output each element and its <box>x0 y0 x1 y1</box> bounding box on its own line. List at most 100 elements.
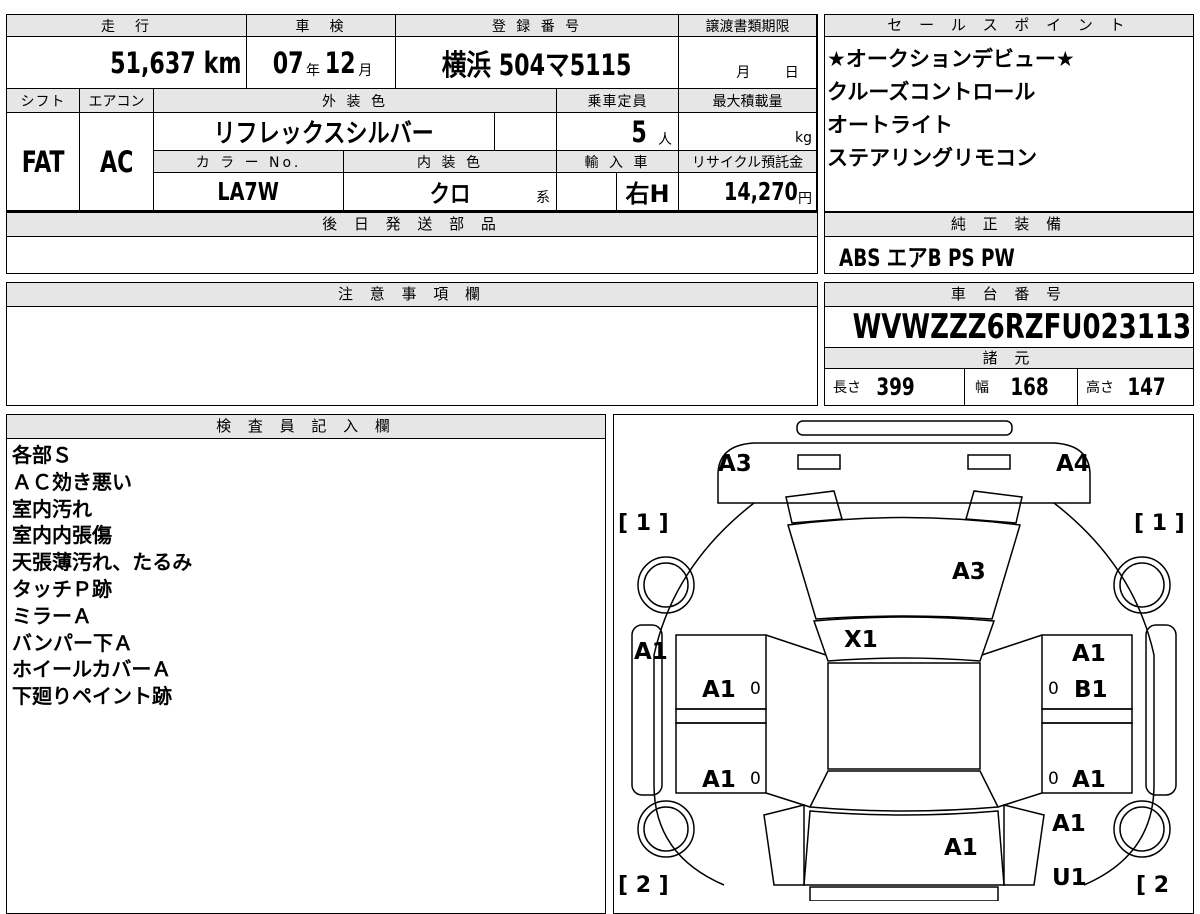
mark-a1-left-rear-door: A1 <box>702 767 736 793</box>
recycle-unit: 円 <box>798 190 812 207</box>
mark-x1-windshield: X1 <box>844 627 878 653</box>
mileage-cell: 51,637 km <box>7 37 247 89</box>
mark-a1-right-fender: A1 <box>1072 641 1106 667</box>
aircon-cell: AC <box>80 113 154 211</box>
mark-u1-rear: U1 <box>1052 865 1087 891</box>
spec-width-label: 幅 <box>975 380 989 396</box>
mark-a1-trunk: A1 <box>944 835 978 861</box>
transfer-deadline-label: 譲渡書類期限 <box>679 15 817 37</box>
tick-left-rear: 0 <box>750 769 761 789</box>
damage-diagram-box: A3 A4 A3 X1 A1 A1 0 A1 0 A1 0 B1 0 A1 A1… <box>613 414 1194 914</box>
inspection-year: 07 <box>272 45 304 80</box>
later-parts-box: 後 日 発 送 部 品 <box>6 212 818 274</box>
bracket-front-right: [ 1 ] <box>1134 511 1185 536</box>
later-parts-header: 後 日 発 送 部 品 <box>7 213 817 237</box>
note-item: バンパー下Ａ <box>12 630 133 655</box>
shift-cell: FAT <box>7 113 80 211</box>
max-load-cell: kg <box>679 113 817 151</box>
inspection-month: 12 <box>324 45 356 80</box>
aircon-value: AC <box>99 144 134 179</box>
chassis-value: WVWZZZ6RZFU023113 <box>852 307 1192 347</box>
mark-a1-left-fender: A1 <box>634 639 668 665</box>
bracket-rear-left: [ 2 ] <box>618 873 669 898</box>
transfer-deadline-cell: 月 日 <box>679 37 817 89</box>
note-item: 下廻りペイント跡 <box>12 684 172 709</box>
specs-header: 諸 元 <box>825 347 1193 369</box>
aircon-label: エアコン <box>80 89 154 113</box>
capacity-value: 5 <box>631 114 647 149</box>
note-item: ミラーＡ <box>12 603 92 628</box>
chassis-header: 車 台 番 号 <box>825 283 1193 307</box>
capacity-unit: 人 <box>658 131 672 148</box>
mileage-unit: km <box>204 45 242 80</box>
color-no-label: カ ラ ー No. <box>154 151 344 173</box>
note-item: 天張薄汚れ、たるみ <box>12 550 193 575</box>
bracket-front-left: [ 1 ] <box>618 511 669 536</box>
spec-height-value: 147 <box>1127 373 1166 401</box>
sales-points-list: ★オークションデビュー★ クルーズコントロール オートライト ステアリングリモコ… <box>827 43 1075 175</box>
inspector-notes-box: 検 査 員 記 入 欄 各部Ｓ ＡＣ効き悪い 室内汚れ 室内内張傷 天張薄汚れ、… <box>6 414 606 914</box>
note-item: ＡＣ効き悪い <box>12 469 132 494</box>
max-load-unit: kg <box>795 130 812 146</box>
interior-color-suffix: 系 <box>536 190 550 206</box>
mark-a1-right-quarter: A1 <box>1052 811 1086 837</box>
mark-b1-right-front-door: B1 <box>1074 677 1108 703</box>
recycle-value: 14,270 <box>724 177 798 206</box>
interior-color-label: 内 装 色 <box>344 151 557 173</box>
mark-a3-left: A3 <box>718 451 752 477</box>
spec-height-label: 高さ <box>1086 380 1114 396</box>
sales-points-header: セ ー ル ス ポ イ ン ト <box>825 15 1193 37</box>
shift-value: FAT <box>21 144 65 179</box>
spec-length-label: 長さ <box>833 380 861 396</box>
deadline-day: 日 <box>784 65 799 81</box>
tick-right-rear: 0 <box>1048 769 1059 789</box>
sales-point-item: オートライト <box>827 113 953 137</box>
registration-label: 登 録 番 号 <box>396 15 679 37</box>
note-item: ホイールカバーＡ <box>12 657 172 682</box>
bracket-rear-right: [ 2 <box>1136 873 1170 898</box>
genuine-equipment-value: ABS エアB PS PW <box>839 244 1015 272</box>
note-item: 室内内張傷 <box>12 523 112 548</box>
spec-height: 高さ 147 <box>1078 369 1193 405</box>
deadline-month: 月 <box>736 65 751 81</box>
import-empty <box>557 173 617 211</box>
inspection-label: 車 検 <box>247 15 396 37</box>
mileage-value: 51,637 <box>109 45 196 80</box>
spec-length: 長さ 399 <box>825 369 965 405</box>
spec-length-value: 399 <box>876 373 915 401</box>
registration-value: 横浜 504マ5115 <box>442 47 632 82</box>
note-item: タッチＰ跡 <box>12 576 112 601</box>
car-outline-diagram <box>631 420 1177 901</box>
spec-width: 幅 168 <box>965 369 1078 405</box>
exterior-color-extra <box>495 113 557 151</box>
sales-point-item: ステアリングリモコン <box>827 146 1037 170</box>
recycle-cell: 14,270 円 <box>679 173 817 211</box>
capacity-cell: 5 人 <box>557 113 679 151</box>
import-cell: 右H <box>617 173 679 211</box>
color-no-cell: LA7W <box>154 173 344 211</box>
exterior-color-value: リフレックスシルバー <box>213 119 435 149</box>
interior-color-cell: クロ 系 <box>344 173 557 211</box>
capacity-label: 乗車定員 <box>557 89 679 113</box>
import-value: 右H <box>625 180 670 208</box>
inspection-year-unit: 年 <box>306 62 320 79</box>
specs-row: 長さ 399 幅 168 高さ 147 <box>825 369 1193 405</box>
caution-header: 注 意 事 項 欄 <box>7 283 817 307</box>
inspector-notes-list: 各部Ｓ ＡＣ効き悪い 室内汚れ 室内内張傷 天張薄汚れ、たるみ タッチＰ跡 ミラ… <box>12 442 192 710</box>
sales-point-item: ★オークションデビュー★ <box>827 47 1075 71</box>
exterior-color-cell: リフレックスシルバー <box>154 113 495 151</box>
interior-color-value: クロ <box>429 180 471 208</box>
max-load-label: 最大積載量 <box>679 89 817 113</box>
caution-box: 注 意 事 項 欄 <box>6 282 818 406</box>
inspector-notes-header: 検 査 員 記 入 欄 <box>7 415 605 439</box>
color-no-value: LA7W <box>217 177 280 206</box>
genuine-equipment-box: 純 正 装 備 ABS エアB PS PW <box>824 212 1194 274</box>
registration-cell: 横浜 504マ5115 <box>396 37 679 89</box>
exterior-color-label: 外 装 色 <box>154 89 557 113</box>
note-item: 各部Ｓ <box>12 443 72 467</box>
inspection-month-unit: 月 <box>358 62 373 79</box>
tick-right-front: 0 <box>1048 679 1059 699</box>
mark-a1-left-front-door: A1 <box>702 677 736 703</box>
mark-a1-right-rear-door: A1 <box>1072 767 1106 793</box>
genuine-equipment-header: 純 正 装 備 <box>825 213 1193 237</box>
